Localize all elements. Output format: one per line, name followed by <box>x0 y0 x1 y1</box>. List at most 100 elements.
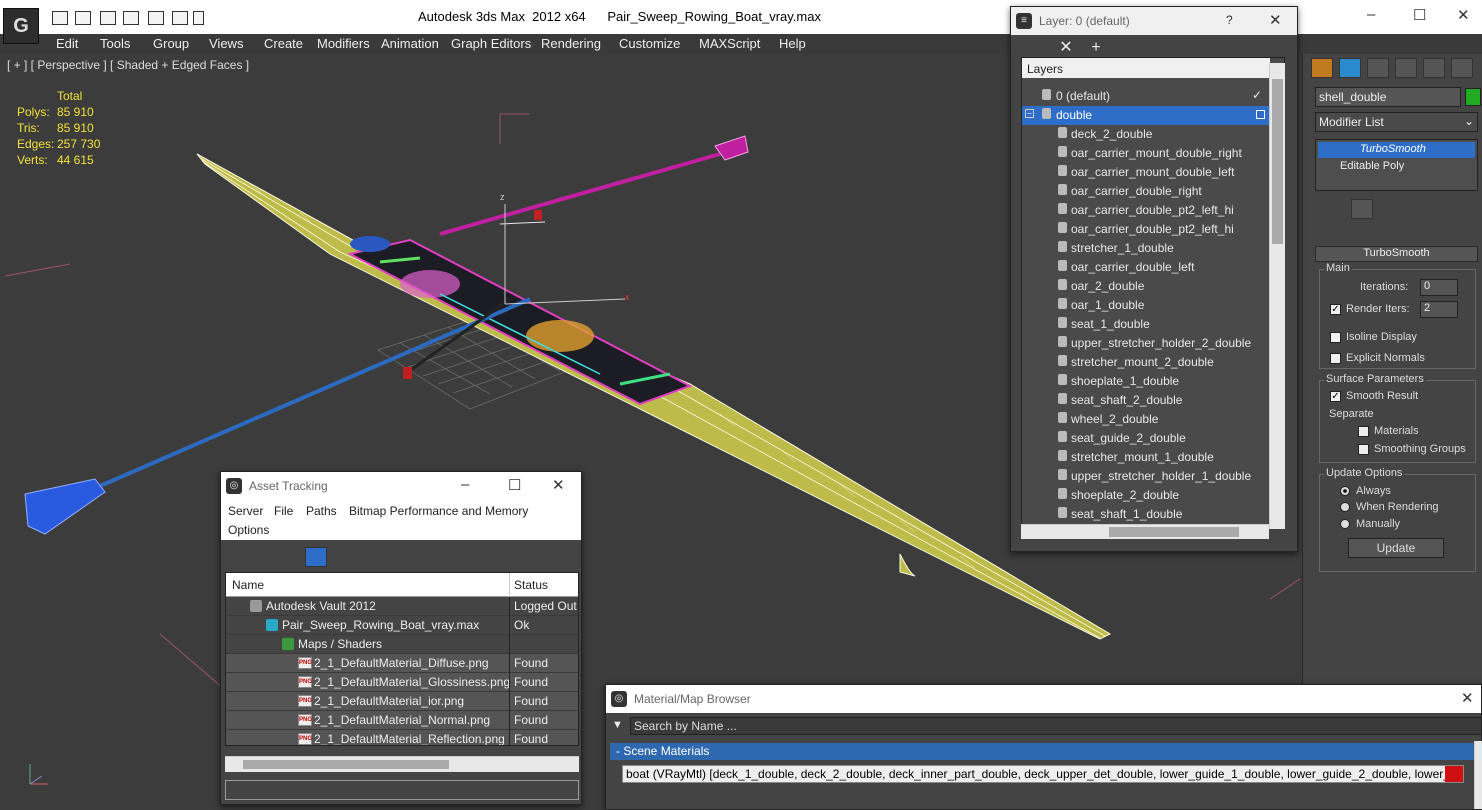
column-name[interactable]: Name <box>232 578 264 592</box>
layer-object-row[interactable]: oar_carrier_double_pt2_left_hi <box>1022 220 1270 239</box>
asset-path-field[interactable] <box>225 780 579 800</box>
hierarchy-tab-icon[interactable] <box>1367 58 1389 78</box>
undo-icon[interactable] <box>148 11 164 25</box>
menu-edit[interactable]: Edit <box>56 36 78 51</box>
modifier-list-dropdown[interactable]: Modifier List ⌄ <box>1315 112 1478 132</box>
isoline-display-checkbox[interactable]: Isoline Display <box>1330 331 1417 343</box>
asset-row[interactable]: PNG 2_1_DefaultMaterial_Diffuse.png Found <box>226 654 578 673</box>
display-tab-icon[interactable] <box>1423 58 1445 78</box>
asset-row[interactable]: PNG 2_1_DefaultMaterial_ior.png Found <box>226 692 578 711</box>
explicit-normals-checkbox[interactable]: Explicit Normals <box>1330 352 1425 364</box>
layer-object-row[interactable]: upper_stretcher_holder_1_double <box>1022 467 1270 486</box>
motion-tab-icon[interactable] <box>1395 58 1417 78</box>
smoothing-groups-checkbox[interactable]: Smoothing Groups <box>1358 443 1466 455</box>
delete-layer-icon[interactable]: ✕ <box>1055 39 1077 59</box>
layer-object-row[interactable]: seat_guide_2_double <box>1022 429 1270 448</box>
menu-modifiers[interactable]: Modifiers <box>317 36 370 51</box>
material-search-input[interactable]: Search by Name ... <box>630 717 1482 735</box>
minimize-button[interactable]: – <box>1367 6 1375 23</box>
viewport-label[interactable]: [ + ] [ Perspective ] [ Shaded + Edged F… <box>7 58 249 72</box>
refresh-icon[interactable] <box>227 547 249 567</box>
table-view-icon[interactable] <box>279 547 301 567</box>
show-end-result-icon[interactable] <box>1351 199 1373 219</box>
menu-rendering[interactable]: Rendering <box>541 36 601 51</box>
collapse-icon[interactable]: − <box>1025 109 1034 118</box>
render-iters-checkbox[interactable]: ✓ Render Iters: <box>1330 303 1410 315</box>
update-button[interactable]: Update <box>1348 538 1444 558</box>
menu-server[interactable]: Server <box>228 504 263 518</box>
scene-materials-header[interactable]: - Scene Materials <box>610 743 1476 760</box>
when-rendering-radio[interactable]: When Rendering <box>1340 501 1439 513</box>
stack-item-turbosmooth[interactable]: TurboSmooth <box>1318 142 1475 158</box>
layer-row-double[interactable]: − double <box>1022 106 1270 125</box>
asset-row[interactable]: PNG 2_1_DefaultMaterial_Glossiness.png Fou… <box>226 673 578 692</box>
remove-modifier-icon[interactable] <box>1411 199 1433 219</box>
menu-views[interactable]: Views <box>209 36 243 51</box>
highlight-layer-icon[interactable] <box>1145 39 1167 59</box>
column-status[interactable]: Status <box>514 578 548 592</box>
render-iters-spinner[interactable]: 2 <box>1420 301 1458 318</box>
manually-radio[interactable]: Manually <box>1340 518 1400 530</box>
turbosmooth-rollout-header[interactable]: TurboSmooth <box>1315 246 1478 262</box>
modify-tab-icon[interactable] <box>1339 58 1361 78</box>
configure-sets-icon[interactable] <box>1448 199 1470 219</box>
asset-row[interactable]: Maps / Shaders <box>226 635 578 654</box>
maximize-button[interactable]: ☐ <box>1413 6 1426 24</box>
material-entry[interactable]: boat (VRayMtl) [deck_1_double, deck_2_do… <box>622 765 1464 783</box>
layer-object-row[interactable]: oar_2_double <box>1022 277 1270 296</box>
layer-object-row[interactable]: oar_1_double <box>1022 296 1270 315</box>
list-view-icon[interactable] <box>253 547 275 567</box>
layer-object-row[interactable]: seat_shaft_1_double <box>1022 505 1270 524</box>
material-browser-titlebar[interactable]: ◎ Material/Map Browser ✕ <box>606 685 1481 713</box>
layer-object-row[interactable]: oar_carrier_mount_double_right <box>1022 144 1270 163</box>
settings-icon[interactable] <box>555 547 577 567</box>
create-layer-icon[interactable] <box>1025 39 1047 59</box>
object-name-field[interactable]: shell_double <box>1315 87 1461 107</box>
create-tab-icon[interactable] <box>1311 58 1333 78</box>
layer-row-default[interactable]: 0 (default) ✓ <box>1022 87 1270 106</box>
browser-scrollbar[interactable] <box>1474 741 1482 809</box>
grid-view-icon[interactable] <box>305 547 327 567</box>
stack-item-editable-poly[interactable]: Editable Poly <box>1318 159 1475 175</box>
menu-animation[interactable]: Animation <box>381 36 439 51</box>
layer-object-row[interactable]: oar_carrier_mount_double_left <box>1022 163 1270 182</box>
current-layer-box-icon[interactable] <box>1256 110 1265 119</box>
menu-options[interactable]: Options <box>228 523 269 537</box>
hscrollbar-thumb[interactable] <box>1109 527 1239 537</box>
layer-object-row[interactable]: upper_stretcher_holder_2_double <box>1022 334 1270 353</box>
scrollbar-thumb[interactable] <box>1272 79 1283 244</box>
layer-object-row[interactable]: seat_shaft_2_double <box>1022 391 1270 410</box>
add-to-layer-icon[interactable]: + <box>1085 39 1107 59</box>
menu-bitmap-performance[interactable]: Bitmap Performance and Memory <box>349 504 528 518</box>
close-button[interactable]: ✕ <box>1269 11 1282 29</box>
layer-object-row[interactable]: stretcher_mount_1_double <box>1022 448 1270 467</box>
menu-create[interactable]: Create <box>264 36 303 51</box>
materials-checkbox[interactable]: Materials <box>1358 425 1419 437</box>
menu-group[interactable]: Group <box>153 36 189 51</box>
dropdown-arrow-icon[interactable] <box>193 11 204 25</box>
menu-help[interactable]: Help <box>779 36 806 51</box>
help-button[interactable]: ? <box>1226 13 1233 27</box>
asset-tracking-titlebar[interactable]: ◎ Asset Tracking – ☐ ✕ <box>221 472 581 500</box>
layer-object-row[interactable]: stretcher_mount_2_double <box>1022 353 1270 372</box>
select-objects-icon[interactable] <box>1115 39 1137 59</box>
open-file-icon[interactable] <box>52 11 68 25</box>
layer-manager-titlebar[interactable]: ≡ Layer: 0 (default) ? ✕ <box>1011 7 1297 35</box>
layers-column-header[interactable]: Layers <box>1022 58 1270 78</box>
redo-icon[interactable] <box>172 11 188 25</box>
help-icon[interactable] <box>529 547 551 567</box>
hold-icon[interactable] <box>123 11 139 25</box>
layer-object-row[interactable]: wheel_2_double <box>1022 410 1270 429</box>
layer-scrollbar[interactable] <box>1269 63 1285 529</box>
menu-customize[interactable]: Customize <box>619 36 680 51</box>
layer-object-row[interactable]: shoeplate_2_double <box>1022 486 1270 505</box>
asset-row[interactable]: Autodesk Vault 2012 Logged Out <box>226 597 578 616</box>
always-radio[interactable]: Always <box>1340 485 1391 497</box>
freeze-all-icon[interactable] <box>1205 39 1227 59</box>
save-icon[interactable] <box>75 11 91 25</box>
layer-hscrollbar[interactable] <box>1021 524 1269 539</box>
layer-object-row[interactable]: shoeplate_1_double <box>1022 372 1270 391</box>
new-file-icon[interactable] <box>100 11 116 25</box>
menu-tools[interactable]: Tools <box>100 36 130 51</box>
layer-object-row[interactable]: seat_1_double <box>1022 315 1270 334</box>
